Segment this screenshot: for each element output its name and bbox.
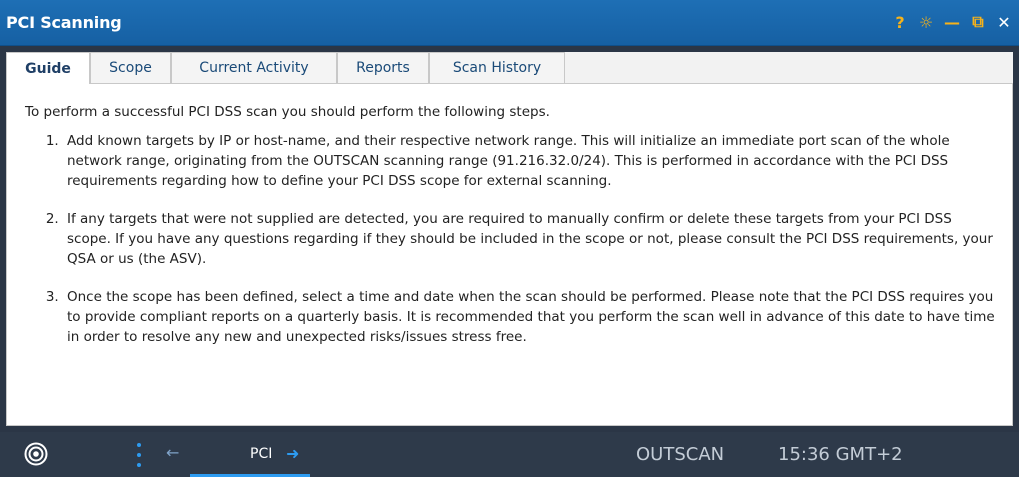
tab-label: Scope bbox=[109, 60, 152, 76]
tab-reports[interactable]: Reports bbox=[337, 52, 429, 83]
pci-scanning-window: PCI Scanning ? ☼ — ⧉ ✕ Guide Scope Curre… bbox=[0, 0, 1019, 432]
settings-icon[interactable]: ☼ bbox=[917, 13, 935, 32]
window-controls: ? ☼ — ⧉ ✕ bbox=[891, 10, 1013, 34]
forward-arrow-icon[interactable]: ➜ bbox=[286, 444, 299, 463]
close-icon[interactable]: ✕ bbox=[995, 13, 1013, 32]
menu-dots-icon[interactable] bbox=[136, 441, 142, 469]
tab-bar: Guide Scope Current Activity Reports Sca… bbox=[6, 52, 1013, 84]
tab-label: Reports bbox=[356, 60, 410, 76]
tab-label: Guide bbox=[25, 60, 71, 77]
guide-intro: To perform a successful PCI DSS scan you… bbox=[25, 104, 550, 120]
guide-panel: To perform a successful PCI DSS scan you… bbox=[6, 84, 1013, 426]
window-titlebar[interactable]: PCI Scanning ? ☼ — ⧉ ✕ bbox=[0, 0, 1019, 46]
clock: 15:36 GMT+2 bbox=[778, 444, 903, 465]
guide-step: Add known targets by IP or host-name, an… bbox=[63, 131, 998, 191]
guide-steps: Add known targets by IP or host-name, an… bbox=[25, 131, 998, 347]
restore-icon[interactable]: ⧉ bbox=[969, 12, 987, 31]
tab-scan-history[interactable]: Scan History bbox=[429, 52, 565, 83]
minimize-icon[interactable]: — bbox=[943, 13, 961, 32]
tab-guide[interactable]: Guide bbox=[6, 52, 90, 84]
taskbar-window-pci[interactable]: PCI ➜ bbox=[190, 432, 310, 477]
window-title: PCI Scanning bbox=[6, 13, 122, 32]
guide-step: If any targets that were not supplied ar… bbox=[63, 209, 998, 269]
back-arrow-icon[interactable]: ← bbox=[166, 443, 179, 462]
taskbar-window-label: PCI bbox=[250, 446, 273, 462]
tab-scope[interactable]: Scope bbox=[90, 52, 171, 83]
tab-current-activity[interactable]: Current Activity bbox=[171, 52, 337, 83]
tab-label: Current Activity bbox=[199, 60, 309, 76]
tab-label: Scan History bbox=[452, 60, 542, 76]
taskbar: ← PCI ➜ OUTSCAN 15:36 GMT+2 bbox=[0, 432, 1019, 477]
help-icon[interactable]: ? bbox=[891, 13, 909, 32]
app-logo-icon[interactable] bbox=[24, 442, 48, 466]
brand-label: OUTSCAN bbox=[636, 444, 725, 465]
guide-step: Once the scope has been defined, select … bbox=[63, 287, 998, 347]
